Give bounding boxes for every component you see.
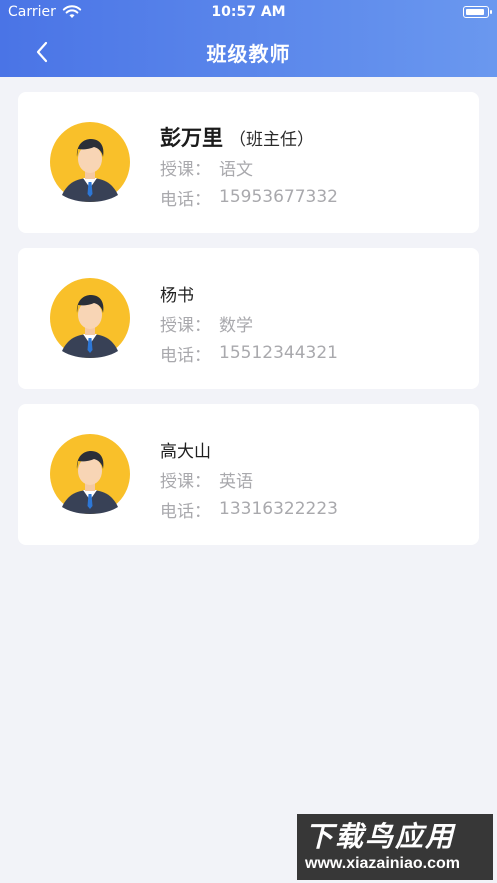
top-bar: Carrier 10:57 AM 班级教师	[0, 0, 497, 77]
subject-row: 授课： 英语	[160, 464, 460, 494]
subject-value: 英语	[219, 471, 253, 492]
watermark-url: www.xiazainiao.com	[305, 855, 461, 872]
phone-label: 电话：	[160, 189, 211, 210]
watermark-logo: 下载鸟应用 www.xiazainiao.com	[297, 814, 493, 880]
teacher-info: 杨书 授课： 数学 电话： 15512344321	[160, 278, 460, 368]
page-title: 班级教师	[206, 42, 291, 66]
phone-value[interactable]: 15512344321	[219, 343, 338, 363]
battery-level	[465, 8, 484, 15]
subject-label: 授课：	[160, 315, 211, 336]
status-bar: Carrier 10:57 AM	[0, 0, 497, 26]
teacher-card[interactable]: 彭万里 （班主任） 授课： 语文 电话： 15953677332	[18, 92, 479, 233]
phone-row[interactable]: 电话： 15512344321	[160, 338, 460, 368]
nav-bar: 班级教师	[0, 26, 497, 77]
teacher-name: 彭万里	[160, 126, 223, 150]
watermark-title: 下载鸟应用	[305, 820, 456, 853]
subject-row: 授课： 语文	[160, 152, 460, 182]
avatar	[50, 434, 130, 514]
name-row: 高大山	[160, 434, 460, 464]
phone-value[interactable]: 13316322223	[219, 499, 338, 519]
teacher-card[interactable]: 杨书 授课： 数学 电话： 15512344321	[18, 248, 479, 389]
phone-row[interactable]: 电话： 13316322223	[160, 494, 460, 524]
phone-label: 电话：	[160, 345, 211, 366]
teacher-role: （班主任）	[229, 129, 314, 150]
teacher-info: 高大山 授课： 英语 电话： 13316322223	[160, 434, 460, 524]
avatar	[50, 278, 130, 358]
teacher-name: 高大山	[160, 441, 211, 462]
subject-label: 授课：	[160, 159, 211, 180]
subject-value: 语文	[219, 159, 253, 180]
phone-label: 电话：	[160, 501, 211, 522]
subject-value: 数学	[219, 315, 253, 336]
phone-value[interactable]: 15953677332	[219, 187, 338, 207]
subject-label: 授课：	[160, 471, 211, 492]
battery-icon	[463, 6, 492, 18]
teacher-card[interactable]: 高大山 授课： 英语 电话： 13316322223	[18, 404, 479, 545]
subject-row: 授课： 数学	[160, 308, 460, 338]
teacher-list: 彭万里 （班主任） 授课： 语文 电话： 15953677332 杨书 授课： …	[18, 92, 479, 560]
status-time: 10:57 AM	[211, 4, 286, 20]
name-row: 杨书	[160, 278, 460, 308]
teacher-name: 杨书	[160, 285, 194, 306]
teacher-info: 彭万里 （班主任） 授课： 语文 电话： 15953677332	[160, 122, 460, 212]
name-row: 彭万里 （班主任）	[160, 122, 460, 152]
phone-row[interactable]: 电话： 15953677332	[160, 182, 460, 212]
avatar	[50, 122, 130, 202]
